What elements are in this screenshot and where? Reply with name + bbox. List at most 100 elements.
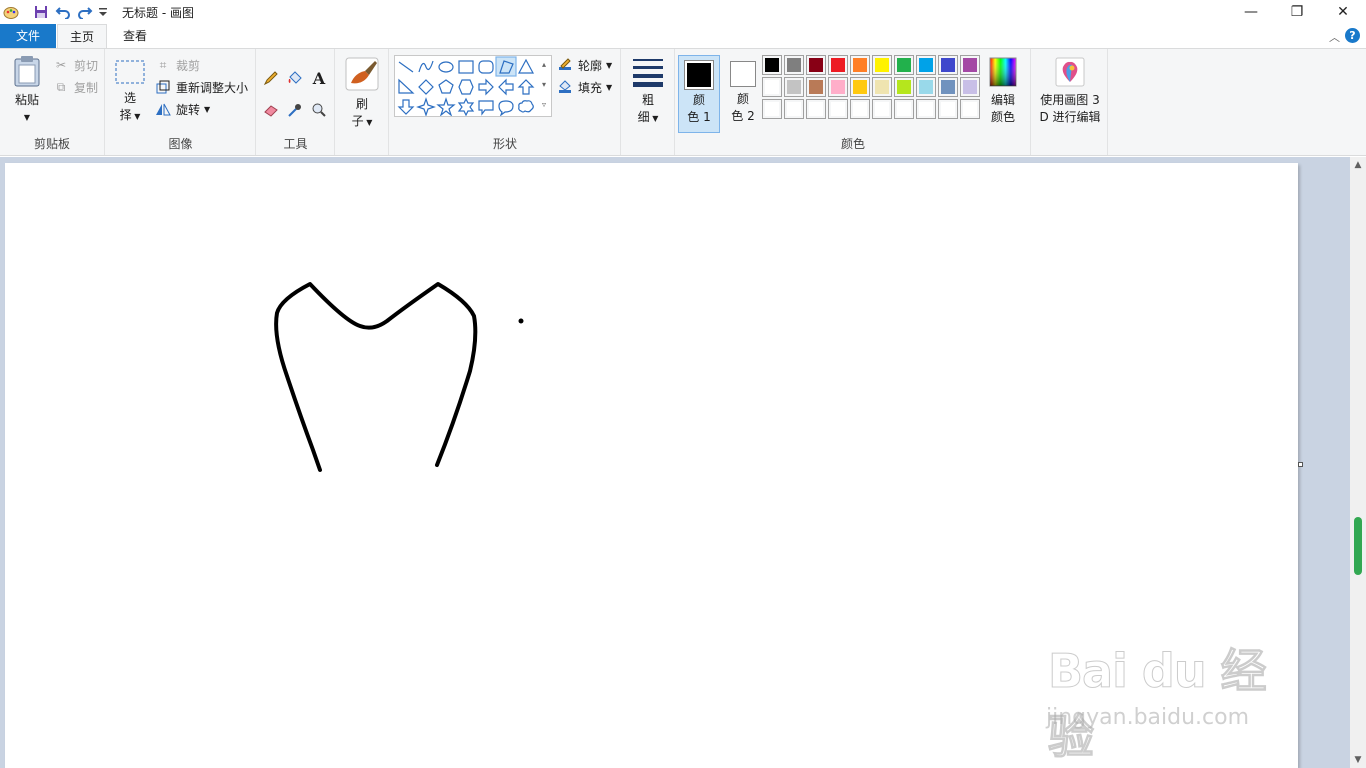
palette-swatch[interactable] (960, 55, 980, 75)
polygon-shape-icon[interactable] (495, 56, 517, 77)
palette-swatch[interactable] (916, 99, 936, 119)
palette-swatch[interactable] (894, 77, 914, 97)
palette-swatch[interactable] (762, 77, 782, 97)
copy-icon: ⧉ (56, 79, 66, 94)
palette-swatch[interactable] (806, 77, 826, 97)
right-arrow-shape-icon[interactable] (478, 78, 494, 96)
canvas-resize-handle[interactable] (1298, 462, 1303, 467)
select-button[interactable]: 选 择 ▼ (112, 59, 148, 125)
help-icon[interactable]: ? (1345, 28, 1360, 43)
shapes-scroll[interactable]: ▴ ▾ ▿ (538, 55, 550, 117)
palette-swatch[interactable] (762, 99, 782, 119)
magnifier-icon[interactable] (310, 101, 328, 119)
six-point-star-shape-icon[interactable] (457, 97, 475, 117)
tab-file[interactable]: 文件 (0, 24, 56, 48)
palette-swatch[interactable] (872, 55, 892, 75)
palette-swatch[interactable] (806, 99, 826, 119)
rectangle-shape-icon[interactable] (458, 60, 474, 74)
tab-home[interactable]: 主页 (57, 24, 107, 49)
four-point-star-shape-icon[interactable] (416, 97, 436, 117)
paint3d-button[interactable]: 使用画图 3 D 进行编辑 (1034, 57, 1106, 126)
palette-swatch[interactable] (828, 77, 848, 97)
pencil-icon[interactable] (262, 69, 280, 87)
palette-swatch[interactable] (784, 55, 804, 75)
tab-view[interactable]: 查看 (108, 24, 162, 48)
palette-swatch[interactable] (938, 55, 958, 75)
eraser-icon[interactable] (262, 101, 280, 119)
diamond-shape-icon[interactable] (418, 79, 434, 95)
palette-swatch[interactable] (806, 55, 826, 75)
palette-swatch[interactable] (828, 99, 848, 119)
curve-shape-icon[interactable] (418, 60, 434, 73)
fill-button[interactable]: 填充 ▼ (556, 77, 612, 97)
close-button[interactable]: ✕ (1320, 0, 1366, 24)
five-point-star-shape-icon[interactable] (436, 97, 456, 117)
palette-swatch[interactable] (960, 77, 980, 97)
oval-shape-icon[interactable] (438, 61, 454, 73)
pentagon-shape-icon[interactable] (438, 79, 454, 94)
rectangular-callout-shape-icon[interactable] (478, 100, 494, 116)
palette-swatch[interactable] (894, 55, 914, 75)
up-arrow-shape-icon[interactable] (517, 79, 535, 95)
palette-swatch[interactable] (894, 99, 914, 119)
palette-swatch[interactable] (916, 77, 936, 97)
redo-icon[interactable] (74, 2, 96, 22)
brushes-button[interactable]: 刷 子 ▼ (342, 57, 382, 131)
color2-label-1: 颜 (736, 92, 749, 106)
color2-button[interactable]: 颜 色 2 (722, 55, 764, 133)
size-button[interactable]: 粗 细 ▼ (628, 57, 668, 127)
rotate-button[interactable]: 旋转 ▼ (154, 99, 210, 119)
palette-swatch[interactable] (850, 77, 870, 97)
undo-icon[interactable] (52, 2, 74, 22)
outline-button[interactable]: 轮廓 ▼ (556, 55, 612, 75)
fill-bucket-icon[interactable] (286, 69, 304, 87)
palette-swatch[interactable] (916, 55, 936, 75)
vertical-scrollbar[interactable]: ▲ ▼ (1350, 157, 1366, 768)
paint-app-icon[interactable] (0, 2, 22, 22)
right-triangle-shape-icon[interactable] (398, 78, 415, 94)
color1-label-2: 色 1 (687, 110, 711, 124)
maximize-button[interactable]: ❐ (1274, 0, 1320, 24)
oval-callout-shape-icon[interactable] (498, 100, 514, 117)
save-icon[interactable] (30, 2, 52, 22)
crop-button[interactable]: ⌗ 裁剪 (154, 55, 200, 75)
hexagon-shape-icon[interactable] (458, 79, 474, 95)
scroll-up-icon[interactable]: ▲ (1350, 157, 1366, 173)
resize-button[interactable]: 重新调整大小 (154, 77, 248, 97)
triangle-shape-icon[interactable] (517, 58, 535, 74)
text-tool-icon[interactable]: A (310, 69, 328, 88)
collapse-ribbon-icon[interactable]: ︿ (1329, 29, 1340, 45)
group-size: 粗 细 ▼ (622, 49, 675, 155)
rounded-rectangle-shape-icon[interactable] (478, 60, 494, 74)
color-spectrum-icon (989, 57, 1017, 87)
palette-swatch[interactable] (850, 99, 870, 119)
line-shape-icon[interactable] (398, 61, 414, 73)
palette-swatch[interactable] (938, 99, 958, 119)
palette-swatch[interactable] (784, 77, 804, 97)
left-arrow-shape-icon[interactable] (498, 78, 514, 96)
customize-toolbar-icon[interactable] (96, 2, 110, 22)
palette-swatch[interactable] (784, 99, 804, 119)
copy-button[interactable]: ⧉ 复制 (52, 77, 98, 97)
size-label-2: 细 ▼ (637, 110, 659, 124)
palette-swatch[interactable] (872, 99, 892, 119)
cloud-callout-shape-icon[interactable] (518, 100, 534, 113)
palette-swatch[interactable] (960, 99, 980, 119)
scroll-down-icon[interactable]: ▼ (1350, 752, 1366, 768)
color-picker-icon[interactable] (286, 101, 304, 119)
palette-swatch[interactable] (828, 55, 848, 75)
cut-button[interactable]: ✂ 剪切 (52, 55, 98, 75)
minimize-button[interactable]: — (1228, 0, 1274, 24)
color1-button[interactable]: 颜 色 1 (678, 55, 720, 133)
drawing-canvas[interactable] (5, 163, 1298, 768)
palette-swatch[interactable] (850, 55, 870, 75)
palette-swatch[interactable] (872, 77, 892, 97)
scroll-thumb[interactable] (1354, 517, 1362, 575)
ribbon-tabs: 文件 主页 查看 ︿ ? (0, 24, 1366, 49)
palette-swatch[interactable] (938, 77, 958, 97)
down-arrow-shape-icon[interactable] (397, 99, 415, 115)
edit-colors-button[interactable]: 编辑 颜色 (984, 57, 1022, 126)
paste-button[interactable]: 粘贴 ▼ (8, 55, 46, 126)
palette-swatch[interactable] (762, 55, 782, 75)
paint3d-icon (1055, 57, 1085, 87)
